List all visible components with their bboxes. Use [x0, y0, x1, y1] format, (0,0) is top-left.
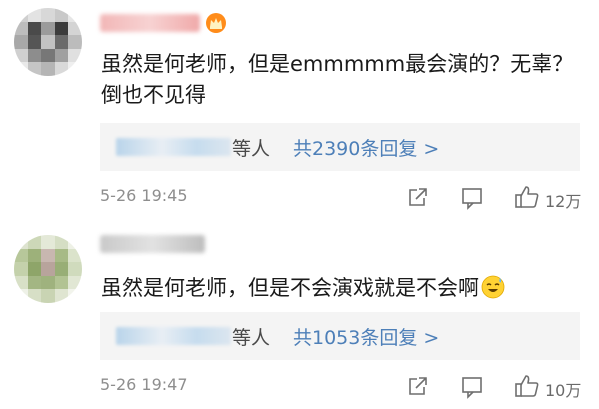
- comment-text: 虽然是何老师，但是emmmmm最会演的？无辜？ 倒也不见得: [101, 49, 581, 111]
- comment-text-line: 虽然是何老师，但是emmmmm最会演的？无辜？: [101, 52, 574, 76]
- comment-2: 虽然是何老师，但是不会演戏就是不会啊 等人 共1053条回复 > 5-26 19…: [0, 215, 599, 409]
- comment-icon[interactable]: [460, 186, 484, 210]
- sweat-smile-emoji-icon: [481, 275, 505, 299]
- share-icon[interactable]: [405, 186, 429, 210]
- comment-text-line: 倒也不见得: [101, 83, 206, 107]
- username[interactable]: [100, 235, 205, 253]
- crown-badge-icon: [206, 13, 226, 33]
- share-icon[interactable]: [405, 375, 429, 399]
- username[interactable]: [100, 14, 200, 32]
- like-count: 12万: [545, 192, 582, 211]
- like-count: 10万: [545, 381, 582, 400]
- reply-usernames: [116, 327, 231, 345]
- reply-preview[interactable]: 等人 共1053条回复 >: [100, 312, 580, 360]
- comment-text-line: 虽然是何老师，但是不会演戏就是不会啊: [101, 276, 479, 300]
- reply-count-link[interactable]: 共1053条回复 >: [293, 323, 439, 350]
- reply-tail-text: 等人: [232, 327, 271, 349]
- reply-count-link[interactable]: 共2390条回复 >: [293, 134, 439, 161]
- timestamp: 5-26 19:45: [100, 186, 188, 205]
- reply-tail-text: 等人: [232, 138, 271, 160]
- avatar[interactable]: [14, 8, 82, 76]
- timestamp: 5-26 19:47: [100, 375, 188, 394]
- reply-usernames: [116, 138, 231, 156]
- like-icon[interactable]: [514, 184, 540, 210]
- reply-preview[interactable]: 等人 共2390条回复 >: [100, 123, 580, 171]
- comment-text: 虽然是何老师，但是不会演戏就是不会啊: [101, 273, 581, 304]
- comment-1: 虽然是何老师，但是emmmmm最会演的？无辜？ 倒也不见得 等人 共2390条回…: [0, 0, 599, 215]
- avatar[interactable]: [14, 235, 82, 303]
- like-icon[interactable]: [514, 373, 540, 399]
- comment-icon[interactable]: [460, 375, 484, 399]
